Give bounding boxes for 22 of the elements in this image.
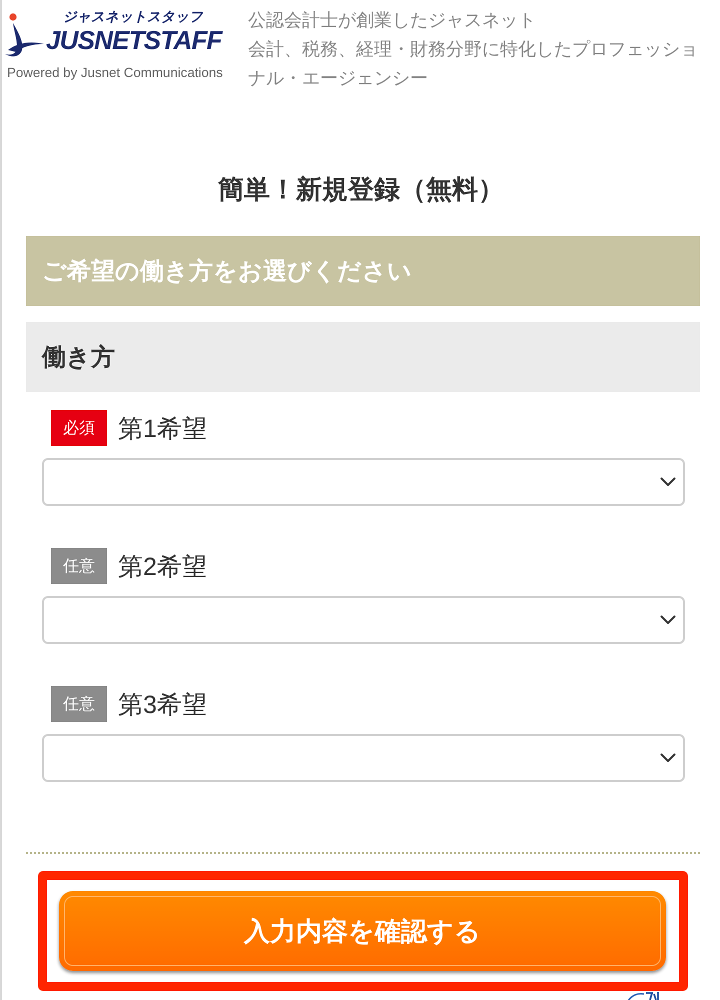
chevron-down-icon [660,477,676,487]
chevron-down-icon [660,753,676,763]
confirm-button[interactable]: 入力内容を確認する [59,891,666,971]
section-heading: ご希望の働き方をお選びください [26,236,700,306]
group-heading: 働き方 [26,322,700,392]
select-field[interactable] [42,734,685,782]
field-label: 第1希望 [118,414,207,444]
tagline-text: 会計、税務、経理・財務分野に特化したプロフェッショナル・エージェンシー [248,38,699,90]
field-label: 第3希望 [118,690,207,720]
select-field[interactable] [42,596,685,644]
logo-wordmark: JUSNETSTAFF [46,26,222,54]
emblem-icon [626,991,662,1000]
required-tag: 必須 [51,410,107,446]
field-label: 第2希望 [118,552,207,582]
page-title: 簡単！新規登録（無料） [216,173,505,206]
logo-subtitle: ジャスネットスタッフ [63,8,203,26]
optional-tag: 任意 [51,548,107,584]
optional-tag: 任意 [51,686,107,722]
select-field[interactable] [42,458,685,506]
logo-byline: Powered by Jusnet Communications [7,64,223,82]
chevron-down-icon [660,615,676,625]
tagline-text: 公認会計士が創業したジャスネット [248,9,537,32]
